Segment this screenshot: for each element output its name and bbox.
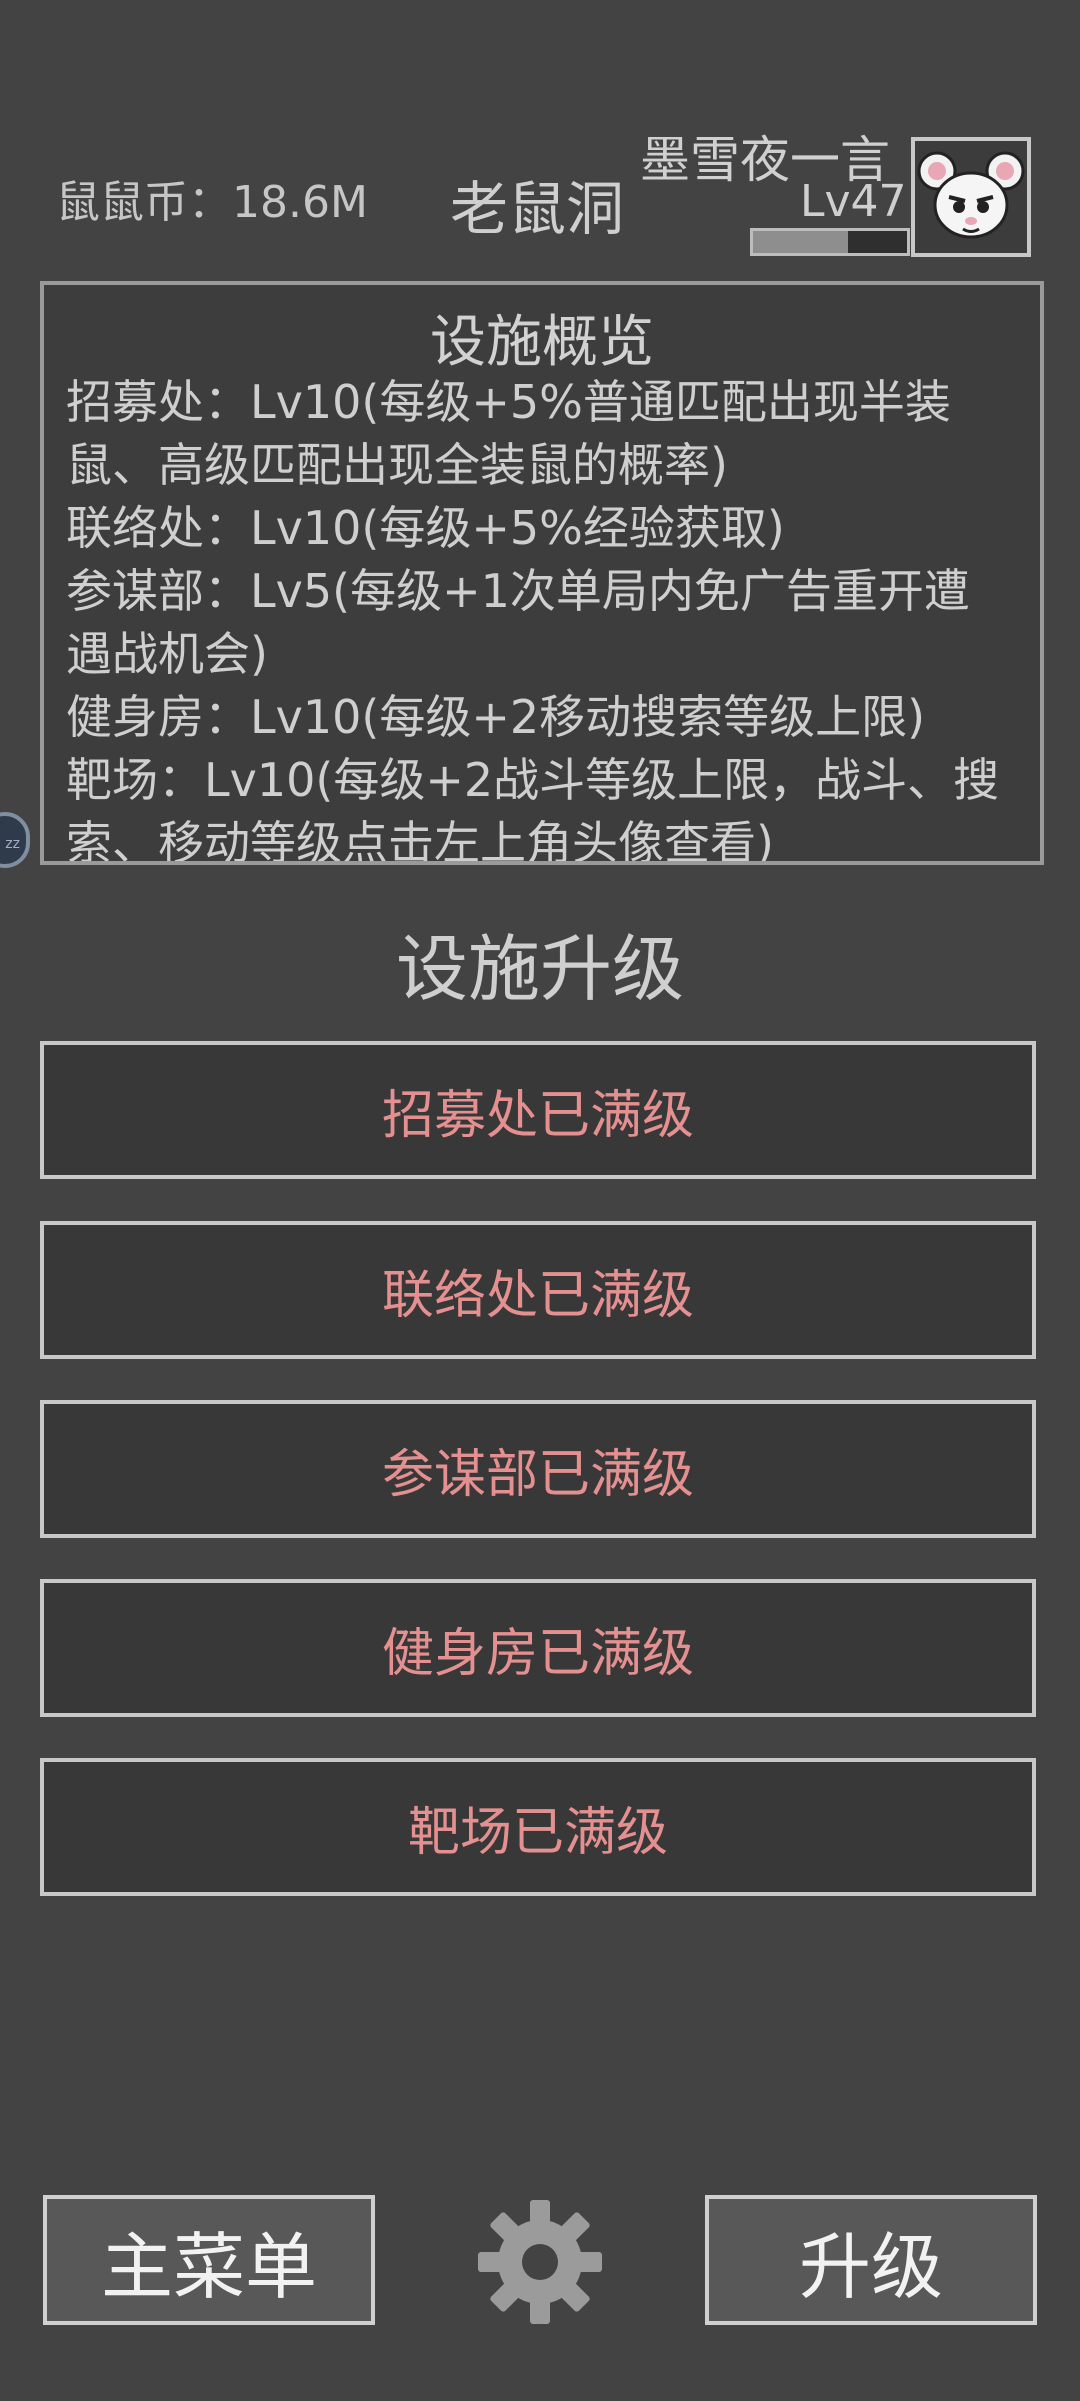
page-title: 老鼠洞 <box>450 175 625 243</box>
floating-side-badge[interactable]: zz <box>0 812 30 868</box>
recruit-upgrade-button[interactable]: 招募处已满级 <box>40 1041 1036 1179</box>
overview-row-staff: 参谋部：Lv5(每级+1次单局内免广告重开遭遇战机会) <box>66 564 970 681</box>
gym-upgrade-button[interactable]: 健身房已满级 <box>40 1579 1036 1717</box>
gear-icon-graphic <box>478 2200 602 2324</box>
mouse-avatar-icon <box>917 151 1025 239</box>
upgrade-button[interactable]: 升级 <box>705 2195 1037 2325</box>
overview-title: 设施概览 <box>430 310 654 375</box>
overview-row-recruit: 招募处：Lv10(每级+5%普通匹配出现半装鼠、高级匹配出现全装鼠的概率) <box>66 375 951 492</box>
overview-row-range: 靶场：Lv10(每级+2战斗等级上限，战斗、搜索、移动等级点击左上角头像查看) <box>66 753 1000 865</box>
overview-list: 招募处：Lv10(每级+5%普通匹配出现半装鼠、高级匹配出现全装鼠的概率) 联络… <box>66 371 1014 865</box>
facility-overview-panel[interactable]: 设施概览 招募处：Lv10(每级+5%普通匹配出现半装鼠、高级匹配出现全装鼠的概… <box>40 281 1044 865</box>
liaison-upgrade-button[interactable]: 联络处已满级 <box>40 1221 1036 1359</box>
upgrade-section-title: 设施升级 <box>395 927 684 1011</box>
avatar[interactable] <box>911 137 1031 257</box>
xp-progress-fill <box>753 231 849 253</box>
main-menu-button[interactable]: 主菜单 <box>43 2195 375 2325</box>
xp-progress-bar <box>750 228 910 256</box>
overview-row-gym: 健身房：Lv10(每级+2移动搜索等级上限) <box>66 690 926 744</box>
staff-upgrade-button[interactable]: 参谋部已满级 <box>40 1400 1036 1538</box>
gear-icon[interactable] <box>474 2196 606 2328</box>
overview-row-liaison: 联络处：Lv10(每级+5%经验获取) <box>66 501 785 555</box>
coin-balance: 鼠鼠币：18.6M <box>56 177 368 228</box>
range-upgrade-button[interactable]: 靶场已满级 <box>40 1758 1036 1896</box>
player-level: Lv47 <box>800 176 907 227</box>
